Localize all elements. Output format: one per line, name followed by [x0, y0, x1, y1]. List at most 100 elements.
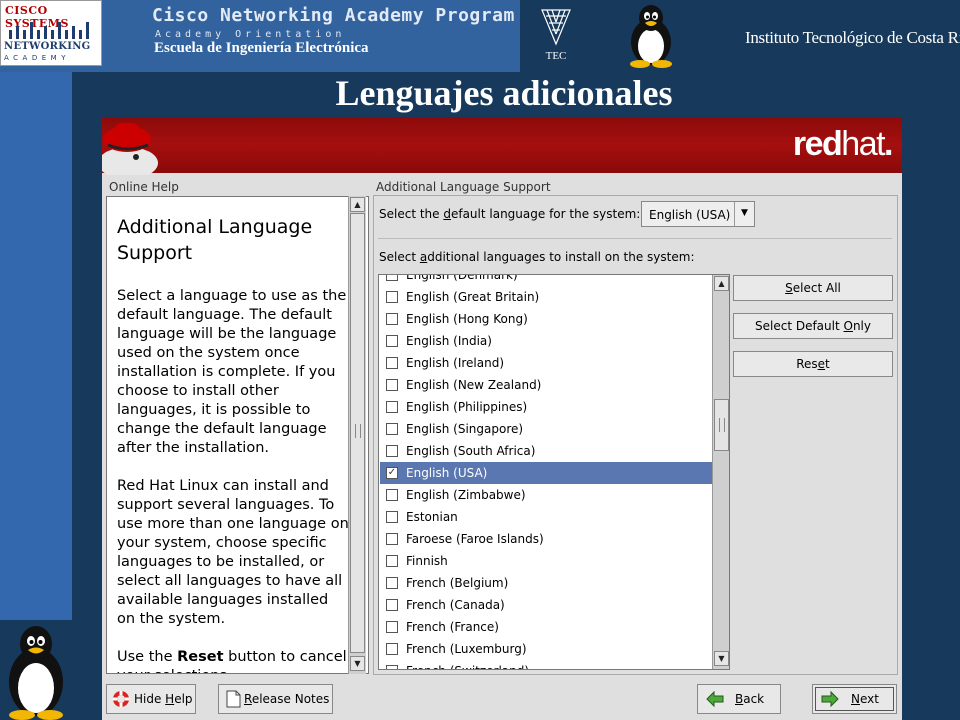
- language-name: French (Luxemburg): [406, 642, 527, 656]
- language-list-scrollbar[interactable]: ▲ ▼: [712, 275, 729, 669]
- help-scroll-thumb[interactable]: [350, 213, 365, 653]
- select-default-only-button[interactable]: Select Default Only: [733, 313, 893, 339]
- language-list-item[interactable]: French (Switzerland): [380, 660, 712, 669]
- checkbox-icon[interactable]: [386, 291, 398, 303]
- next-arrow-icon: [821, 690, 839, 708]
- next-button[interactable]: Next: [812, 684, 897, 714]
- default-language-value: English (USA): [649, 208, 731, 222]
- language-list-item[interactable]: English (South Africa): [380, 440, 712, 462]
- language-name: English (Zimbabwe): [406, 488, 526, 502]
- hide-help-mnemonic: H: [165, 692, 175, 706]
- select-all-button[interactable]: Select All: [733, 275, 893, 301]
- reset-label-post: t: [825, 357, 830, 371]
- checkbox-icon[interactable]: [386, 335, 398, 347]
- online-help-caption: Online Help: [109, 180, 179, 194]
- reset-button[interactable]: Reset: [733, 351, 893, 377]
- language-list-item[interactable]: English (India): [380, 330, 712, 352]
- checkbox-icon[interactable]: [386, 643, 398, 655]
- checkbox-icon[interactable]: [386, 665, 398, 669]
- release-notes-button[interactable]: Release Notes: [218, 684, 333, 714]
- language-list-item[interactable]: English (New Zealand): [380, 374, 712, 396]
- language-list-item[interactable]: English (Hong Kong): [380, 308, 712, 330]
- language-list-item[interactable]: English (Denmark): [380, 275, 712, 286]
- language-list-item[interactable]: English (Zimbabwe): [380, 484, 712, 506]
- help-scrollbar[interactable]: ▲ ▼: [348, 196, 366, 674]
- dropdown-arrow-icon[interactable]: ▼: [734, 202, 754, 226]
- language-list-item[interactable]: French (Luxemburg): [380, 638, 712, 660]
- online-help-pane[interactable]: Additional Language Support Select a lan…: [106, 196, 369, 674]
- checkbox-icon[interactable]: [386, 599, 398, 611]
- language-list-item[interactable]: English (Singapore): [380, 418, 712, 440]
- list-scroll-up-icon[interactable]: ▲: [714, 276, 729, 291]
- online-help-text: Additional Language Support Select a lan…: [117, 214, 349, 673]
- back-label-post: ack: [743, 692, 765, 706]
- lifebuoy-icon: [113, 691, 129, 707]
- redhat-logo-dot: .: [884, 125, 893, 163]
- language-list-item[interactable]: English (Ireland): [380, 352, 712, 374]
- checkbox-icon[interactable]: [386, 489, 398, 501]
- checkbox-icon[interactable]: [386, 555, 398, 567]
- shadowman-icon: [102, 123, 158, 175]
- checkbox-icon[interactable]: [386, 401, 398, 413]
- language-name: English (New Zealand): [406, 378, 542, 392]
- checkbox-checked-icon[interactable]: ✓: [386, 467, 398, 479]
- additional-languages-label: Select additional languages to install o…: [379, 250, 694, 264]
- language-list-item[interactable]: Faroese (Faroe Islands): [380, 528, 712, 550]
- help-paragraph-multiple: Red Hat Linux can install and support se…: [117, 478, 349, 627]
- checkbox-icon[interactable]: [386, 577, 398, 589]
- help-scroll-up-icon[interactable]: ▲: [350, 197, 365, 212]
- language-list-item[interactable]: French (Canada): [380, 594, 712, 616]
- slide-title: Lenguajes adicionales: [335, 73, 673, 113]
- school-name: Escuela de Ingeniería Electrónica: [154, 40, 369, 56]
- cisco-bridge-icon: [9, 22, 89, 39]
- checkbox-icon[interactable]: [386, 511, 398, 523]
- checkbox-icon[interactable]: [386, 445, 398, 457]
- language-name: English (Great Britain): [406, 290, 540, 304]
- checkbox-icon[interactable]: [386, 313, 398, 325]
- checkbox-icon[interactable]: [386, 357, 398, 369]
- language-list-item[interactable]: French (Belgium): [380, 572, 712, 594]
- default-label-pre: Select the: [379, 207, 444, 221]
- back-arrow-icon: [706, 690, 724, 708]
- language-name: English (Philippines): [406, 400, 528, 414]
- select-all-label-post: elect All: [792, 281, 841, 295]
- installer-window: redhat. Online Help Additional Language …: [102, 117, 902, 720]
- tec-logo-label: TEC: [546, 50, 567, 62]
- language-list-item[interactable]: English (Great Britain): [380, 286, 712, 308]
- select-all-mnemonic: S: [785, 281, 793, 295]
- language-pane-caption: Additional Language Support: [376, 180, 551, 194]
- help-scroll-down-icon[interactable]: ▼: [350, 656, 365, 671]
- hide-help-label-post: elp: [174, 692, 193, 706]
- separator: [378, 238, 892, 239]
- language-name: English (India): [406, 334, 492, 348]
- checkbox-icon[interactable]: [386, 423, 398, 435]
- language-list-item[interactable]: ✓ English (USA): [380, 462, 712, 484]
- help-paragraph-default: Select a language to use as the default …: [117, 288, 347, 456]
- document-icon: [226, 690, 241, 708]
- help-reset-text-before: Use the: [117, 649, 178, 665]
- list-scroll-down-icon[interactable]: ▼: [714, 651, 729, 666]
- language-list-item[interactable]: Finnish: [380, 550, 712, 572]
- checkbox-icon[interactable]: [386, 621, 398, 633]
- language-list-item[interactable]: English (Philippines): [380, 396, 712, 418]
- default-language-select[interactable]: English (USA) ▼: [641, 201, 755, 227]
- program-subtitle: Academy Orientation: [155, 29, 346, 40]
- language-name: French (Belgium): [406, 576, 509, 590]
- language-name: English (Hong Kong): [406, 312, 528, 326]
- hide-help-button[interactable]: Hide Help: [106, 684, 196, 714]
- checkbox-icon[interactable]: [386, 533, 398, 545]
- help-reset-keyword: Reset: [177, 649, 224, 665]
- slide-left-rail: [0, 72, 72, 620]
- additional-languages-list[interactable]: English (Denmark) English (Great Britain)…: [378, 274, 730, 670]
- checkbox-icon[interactable]: [386, 275, 398, 281]
- checkbox-icon[interactable]: [386, 379, 398, 391]
- list-scroll-thumb[interactable]: [714, 399, 729, 451]
- default-language-label: Select the default language for the syst…: [379, 207, 640, 221]
- cisco-logo: CISCO SYSTEMS NETWORKING ACADEMY: [0, 0, 102, 66]
- language-list-item[interactable]: French (France): [380, 616, 712, 638]
- back-button[interactable]: Back: [697, 684, 781, 714]
- redhat-logo: redhat.: [793, 125, 894, 164]
- program-title: Cisco Networking Academy Program: [152, 5, 515, 26]
- language-list-item[interactable]: Estonian: [380, 506, 712, 528]
- language-name: English (South Africa): [406, 444, 536, 458]
